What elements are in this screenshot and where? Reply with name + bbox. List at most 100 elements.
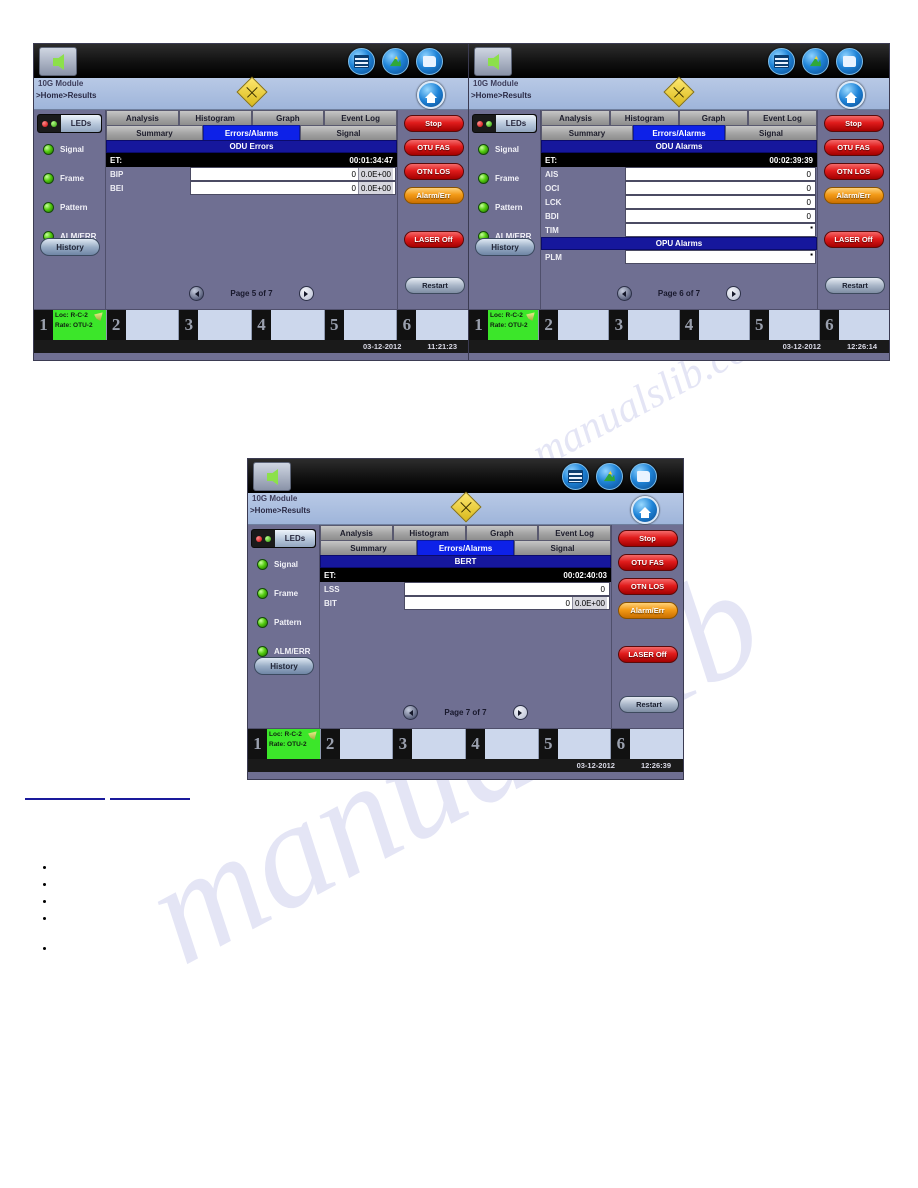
tab-analysis[interactable]: Analysis xyxy=(541,110,610,125)
home-button[interactable] xyxy=(837,81,865,109)
port-1[interactable]: 1 Loc: R-C-2 Rate: OTU-2 xyxy=(469,310,540,340)
row-value-field[interactable]: ▪ xyxy=(625,223,816,237)
row-value-field[interactable]: 0 xyxy=(625,181,816,195)
row-value-field[interactable]: ▪ xyxy=(625,250,816,264)
port-3[interactable]: 3 xyxy=(179,310,253,340)
stop-button[interactable]: Stop xyxy=(403,115,464,132)
tab-analysis[interactable]: Analysis xyxy=(106,110,179,125)
page-prev-button[interactable] xyxy=(403,705,419,720)
port-5[interactable]: 5 xyxy=(538,729,612,759)
page-prev-button[interactable] xyxy=(189,286,205,301)
navigation-diamond-icon[interactable] xyxy=(235,76,268,108)
home-button[interactable] xyxy=(631,496,659,524)
wizard-icon[interactable] xyxy=(382,48,409,75)
port-5[interactable]: 5 xyxy=(749,310,820,340)
port-2[interactable]: 2 xyxy=(539,310,610,340)
folder-icon[interactable] xyxy=(630,463,657,490)
navigation-diamond-icon[interactable] xyxy=(449,491,482,523)
leds-header[interactable]: LEDs xyxy=(472,114,537,133)
otu-fas-button[interactable]: OTU FAS xyxy=(617,554,678,571)
leds-header[interactable]: LEDs xyxy=(37,114,102,133)
folder-icon[interactable] xyxy=(836,48,863,75)
tab-summary[interactable]: Summary xyxy=(541,125,633,140)
otn-los-button[interactable]: OTN LOS xyxy=(403,163,464,180)
leds-header[interactable]: LEDs xyxy=(251,529,316,548)
tab-errors-alarms[interactable]: Errors/Alarms xyxy=(417,540,514,555)
tab-histogram[interactable]: Histogram xyxy=(392,525,466,540)
tab-graph[interactable]: Graph xyxy=(679,110,748,125)
restart-button[interactable]: Restart xyxy=(619,696,679,713)
tab-event-log[interactable]: Event Log xyxy=(324,110,397,125)
home-button[interactable] xyxy=(417,81,445,109)
wizard-glyph xyxy=(603,470,616,482)
back-button[interactable] xyxy=(253,462,291,491)
history-button[interactable]: History xyxy=(254,657,314,675)
page-prev-button[interactable] xyxy=(616,286,632,301)
tab-summary[interactable]: Summary xyxy=(320,540,417,555)
port-5[interactable]: 5 xyxy=(324,310,398,340)
row-value-field[interactable]: 0 xyxy=(625,167,816,181)
back-button[interactable] xyxy=(39,47,77,76)
port-4[interactable]: 4 xyxy=(679,310,750,340)
port-4[interactable]: 4 xyxy=(252,310,325,340)
tab-errors-alarms[interactable]: Errors/Alarms xyxy=(633,125,725,140)
alarm-err-button[interactable]: Alarm/Err xyxy=(617,602,678,619)
row-value-field[interactable]: 0 0.0E+00 xyxy=(404,596,610,610)
otu-fas-button[interactable]: OTU FAS xyxy=(823,139,884,156)
wizard-icon[interactable] xyxy=(802,48,829,75)
laser-off-button[interactable]: LASER Off xyxy=(617,646,678,663)
tab-graph[interactable]: Graph xyxy=(465,525,539,540)
tab-signal[interactable]: Signal xyxy=(514,540,611,555)
tab-event-log[interactable]: Event Log xyxy=(748,110,817,125)
port-6[interactable]: 6 xyxy=(819,310,889,340)
alarm-err-button[interactable]: Alarm/Err xyxy=(403,187,464,204)
tab-histogram[interactable]: Histogram xyxy=(610,110,679,125)
navigation-diamond-icon[interactable] xyxy=(663,76,695,108)
tab-signal[interactable]: Signal xyxy=(725,125,817,140)
port-6[interactable]: 6 xyxy=(611,729,683,759)
row-value-field[interactable]: 0 0.0E+00 xyxy=(190,181,396,195)
tab-analysis[interactable]: Analysis xyxy=(320,525,393,540)
port-3[interactable]: 3 xyxy=(609,310,680,340)
row-value-field[interactable]: 0 xyxy=(625,195,816,209)
row-value-field[interactable]: 0 xyxy=(625,209,816,223)
port-6[interactable]: 6 xyxy=(397,310,469,340)
tab-graph[interactable]: Graph xyxy=(251,110,325,125)
page-next-button[interactable] xyxy=(298,286,314,301)
history-button[interactable]: History xyxy=(40,238,100,256)
row-value-field[interactable]: 0 0.0E+00 xyxy=(190,167,396,181)
tab-summary[interactable]: Summary xyxy=(106,125,203,140)
row-value-field[interactable]: 0 xyxy=(404,582,610,596)
alarm-err-button[interactable]: Alarm/Err xyxy=(823,187,884,204)
port-3[interactable]: 3 xyxy=(393,729,467,759)
led-item-frame: Frame xyxy=(248,581,319,606)
restart-button[interactable]: Restart xyxy=(825,277,885,294)
port-2[interactable]: 2 xyxy=(320,729,394,759)
page-next-button[interactable] xyxy=(726,286,742,301)
page-next-button[interactable] xyxy=(512,705,528,720)
keypad-icon[interactable] xyxy=(562,463,589,490)
laser-off-button[interactable]: LASER Off xyxy=(403,231,464,248)
port-1[interactable]: 1 Loc: R-C-2 Rate: OTU-2 xyxy=(34,310,107,340)
otu-fas-button[interactable]: OTU FAS xyxy=(403,139,464,156)
otn-los-button[interactable]: OTN LOS xyxy=(823,163,884,180)
back-button[interactable] xyxy=(474,47,512,76)
folder-icon[interactable] xyxy=(416,48,443,75)
history-button[interactable]: History xyxy=(475,238,535,256)
row-label: LSS xyxy=(324,584,340,594)
tab-signal[interactable]: Signal xyxy=(300,125,397,140)
otn-los-button[interactable]: OTN LOS xyxy=(617,578,678,595)
tab-histogram[interactable]: Histogram xyxy=(178,110,252,125)
port-4[interactable]: 4 xyxy=(466,729,539,759)
keypad-icon[interactable] xyxy=(348,48,375,75)
keypad-icon[interactable] xyxy=(768,48,795,75)
wizard-icon[interactable] xyxy=(596,463,623,490)
tab-errors-alarms[interactable]: Errors/Alarms xyxy=(203,125,300,140)
stop-button[interactable]: Stop xyxy=(823,115,884,132)
restart-button[interactable]: Restart xyxy=(405,277,465,294)
port-1[interactable]: 1 Loc: R-C-2 Rate: OTU-2 xyxy=(248,729,321,759)
port-2[interactable]: 2 xyxy=(106,310,180,340)
laser-off-button[interactable]: LASER Off xyxy=(823,231,884,248)
stop-button[interactable]: Stop xyxy=(617,530,678,547)
tab-event-log[interactable]: Event Log xyxy=(538,525,611,540)
